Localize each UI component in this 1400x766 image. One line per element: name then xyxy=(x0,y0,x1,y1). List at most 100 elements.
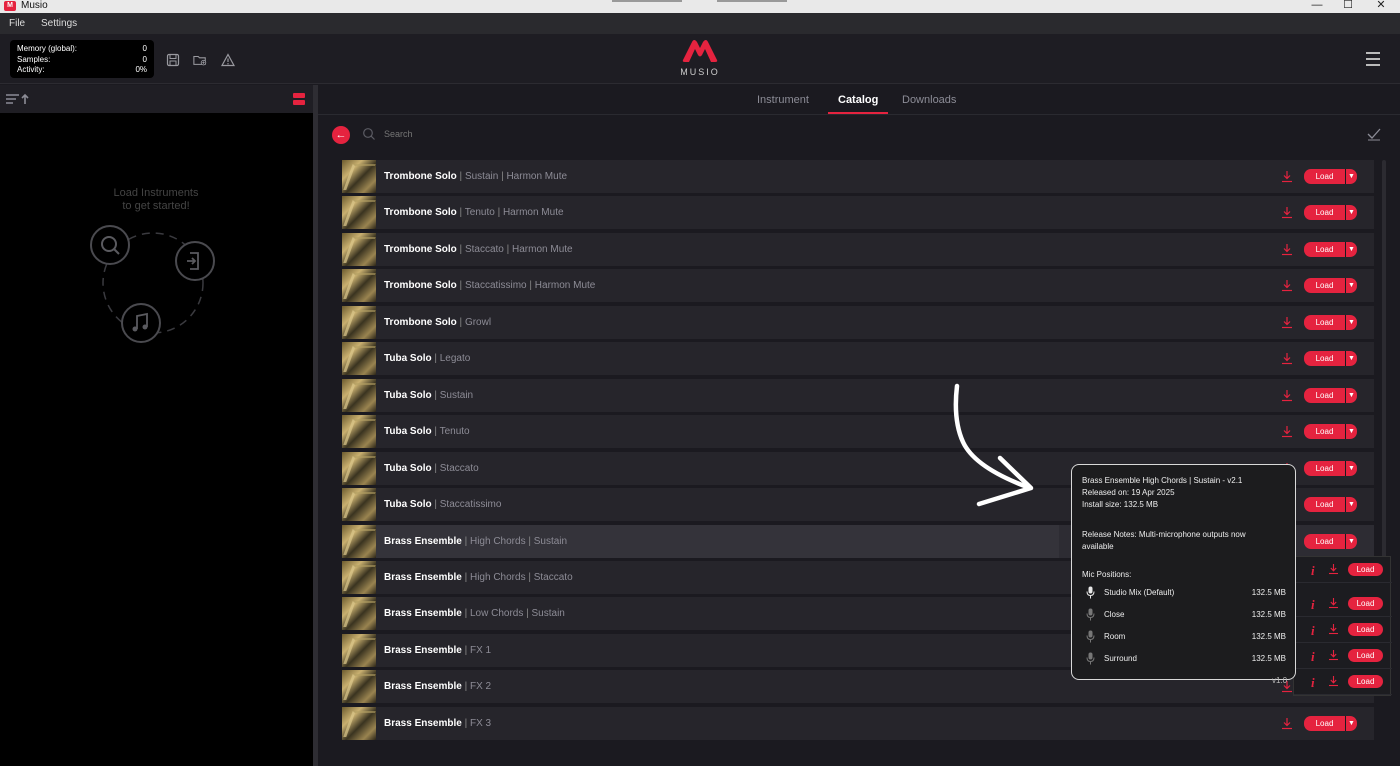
instrument-name: Brass Ensemble xyxy=(384,717,462,729)
download-icon[interactable] xyxy=(1281,279,1293,292)
load-options-dropdown[interactable]: ▼ xyxy=(1345,205,1357,221)
search-bar: ← xyxy=(318,115,1400,155)
instrument-row[interactable]: Tuba Solo | Tenuto Load ▼ xyxy=(342,415,1374,449)
info-icon[interactable]: i xyxy=(1311,597,1315,613)
download-icon[interactable] xyxy=(1281,389,1293,402)
instrument-articulation: Staccatissimo xyxy=(439,499,502,511)
instrument-articulation: Staccato xyxy=(464,243,504,255)
load-button[interactable]: Load xyxy=(1304,241,1345,257)
instrument-name: Tuba Solo xyxy=(384,389,432,401)
instrument-articulation-2: Harmon Mute xyxy=(502,207,564,219)
download-icon[interactable] xyxy=(1281,717,1293,730)
load-button[interactable]: Load xyxy=(1304,424,1345,440)
menu-settings[interactable]: Settings xyxy=(41,18,77,29)
mic-load-button[interactable]: Load xyxy=(1348,597,1383,610)
load-options-dropdown[interactable]: ▼ xyxy=(1345,387,1357,403)
download-icon[interactable] xyxy=(1328,675,1339,687)
load-button[interactable]: Load xyxy=(1304,387,1345,403)
mic-position-row[interactable]: Close 132.5 MB xyxy=(1086,608,1286,622)
minimize-button[interactable]: — xyxy=(1302,0,1332,12)
load-button[interactable]: Load xyxy=(1304,205,1345,221)
load-options-dropdown[interactable]: ▼ xyxy=(1345,533,1357,549)
load-button[interactable]: Load xyxy=(1304,169,1345,184)
download-icon[interactable] xyxy=(1328,597,1339,609)
instrument-name: Tuba Solo xyxy=(384,426,432,438)
download-icon[interactable] xyxy=(1281,170,1293,183)
tab-instrument[interactable]: Instrument xyxy=(757,94,809,106)
search-input[interactable] xyxy=(384,126,784,142)
folder-add-icon[interactable] xyxy=(193,53,207,67)
mic-position-row[interactable]: Studio Mix (Default) 132.5 MB xyxy=(1086,586,1286,600)
mic-load-button[interactable]: Load xyxy=(1348,623,1383,636)
download-icon[interactable] xyxy=(1281,425,1293,438)
collapse-icon[interactable] xyxy=(293,93,305,105)
menu-file[interactable]: File xyxy=(9,18,25,29)
download-icon[interactable] xyxy=(1328,563,1339,575)
save-icon[interactable] xyxy=(166,53,180,67)
tab-bar: Instrument Catalog Downloads xyxy=(318,85,1400,115)
instrument-row[interactable]: Trombone Solo | Tenuto | Harmon Mute Load… xyxy=(342,196,1374,230)
sort-icon[interactable] xyxy=(5,92,35,106)
instrument-row[interactable]: Tuba Solo | Legato Load ▼ xyxy=(342,342,1374,376)
instrument-row[interactable]: Tuba Solo | Sustain Load ▼ xyxy=(342,378,1374,412)
warning-icon[interactable] xyxy=(221,53,235,67)
instrument-info-popover: Brass Ensemble High Chords | Sustain - v… xyxy=(1071,464,1296,680)
instrument-row[interactable]: Trombone Solo | Staccato | Harmon Mute Lo… xyxy=(342,232,1374,266)
download-icon[interactable] xyxy=(1328,623,1339,635)
instrument-label: Trombone Solo | Growl xyxy=(384,316,492,328)
load-options-dropdown[interactable]: ▼ xyxy=(1345,241,1357,257)
info-icon[interactable]: i xyxy=(1311,563,1315,579)
load-options-dropdown[interactable]: ▼ xyxy=(1345,424,1357,440)
instrument-label: Trombone Solo | Sustain | Harmon Mute xyxy=(384,171,568,182)
mic-position-row[interactable]: Surround 132.5 MB xyxy=(1086,652,1286,666)
instrument-thumbnail xyxy=(342,415,376,449)
instrument-row[interactable]: Brass Ensemble | FX 3 Load ▼ xyxy=(342,706,1374,740)
mic-size: 132.5 MB xyxy=(1251,588,1286,597)
instrument-label: Brass Ensemble | Low Chords | Sustain xyxy=(384,608,565,620)
load-options-dropdown[interactable]: ▼ xyxy=(1345,351,1357,367)
instrument-label: Tuba Solo | Staccato xyxy=(384,462,479,474)
load-options-dropdown[interactable]: ▼ xyxy=(1345,169,1357,184)
download-icon[interactable] xyxy=(1281,206,1293,219)
load-button[interactable]: Load xyxy=(1304,715,1345,731)
mic-load-button[interactable]: Load xyxy=(1348,563,1383,576)
empty-state-illustration xyxy=(90,225,215,343)
tab-downloads[interactable]: Downloads xyxy=(902,94,956,106)
instrument-row[interactable]: Trombone Solo | Sustain | Harmon Mute Loa… xyxy=(342,160,1374,193)
info-icon[interactable]: i xyxy=(1311,649,1315,665)
load-options-dropdown[interactable]: ▼ xyxy=(1345,314,1357,330)
tab-catalog[interactable]: Catalog xyxy=(838,94,878,106)
info-icon[interactable]: i xyxy=(1311,675,1315,691)
instrument-row[interactable]: Trombone Solo | Growl Load ▼ xyxy=(342,305,1374,339)
info-icon[interactable]: i xyxy=(1311,623,1315,639)
mic-positions-panel: i Load i Load i Load i Load i Load xyxy=(1293,556,1392,696)
load-button[interactable]: Load xyxy=(1304,351,1345,367)
instrument-thumbnail xyxy=(342,560,376,594)
mic-load-button[interactable]: Load xyxy=(1348,675,1383,688)
samples-label: Samples: xyxy=(17,54,51,64)
load-button[interactable]: Load xyxy=(1304,533,1345,549)
load-options-dropdown[interactable]: ▼ xyxy=(1345,497,1357,513)
empty-state-line: Load Instruments xyxy=(113,187,199,199)
menu-icon[interactable] xyxy=(1366,52,1380,66)
download-icon[interactable] xyxy=(1281,352,1293,365)
download-icon[interactable] xyxy=(1281,316,1293,329)
load-button[interactable]: Load xyxy=(1304,278,1345,294)
download-icon[interactable] xyxy=(1281,243,1293,256)
maximize-button[interactable]: ☐ xyxy=(1333,0,1363,12)
mic-panel-row: i Load xyxy=(1294,669,1392,695)
load-button[interactable]: Load xyxy=(1304,497,1345,513)
load-button[interactable]: Load xyxy=(1304,460,1345,476)
load-options-dropdown[interactable]: ▼ xyxy=(1345,460,1357,476)
load-options-dropdown[interactable]: ▼ xyxy=(1345,278,1357,294)
load-button[interactable]: Load xyxy=(1304,314,1345,330)
mic-load-button[interactable]: Load xyxy=(1348,649,1383,662)
select-all-icon[interactable] xyxy=(1367,127,1381,141)
back-button[interactable]: ← xyxy=(332,126,350,144)
download-icon[interactable] xyxy=(1328,649,1339,661)
mic-panel-row: i Load xyxy=(1294,617,1392,643)
instrument-row[interactable]: Trombone Solo | Staccatissimo | Harmon M… xyxy=(342,269,1374,303)
close-button[interactable]: ✕ xyxy=(1366,0,1396,12)
mic-position-row[interactable]: Room 132.5 MB xyxy=(1086,630,1286,644)
load-options-dropdown[interactable]: ▼ xyxy=(1345,715,1357,731)
